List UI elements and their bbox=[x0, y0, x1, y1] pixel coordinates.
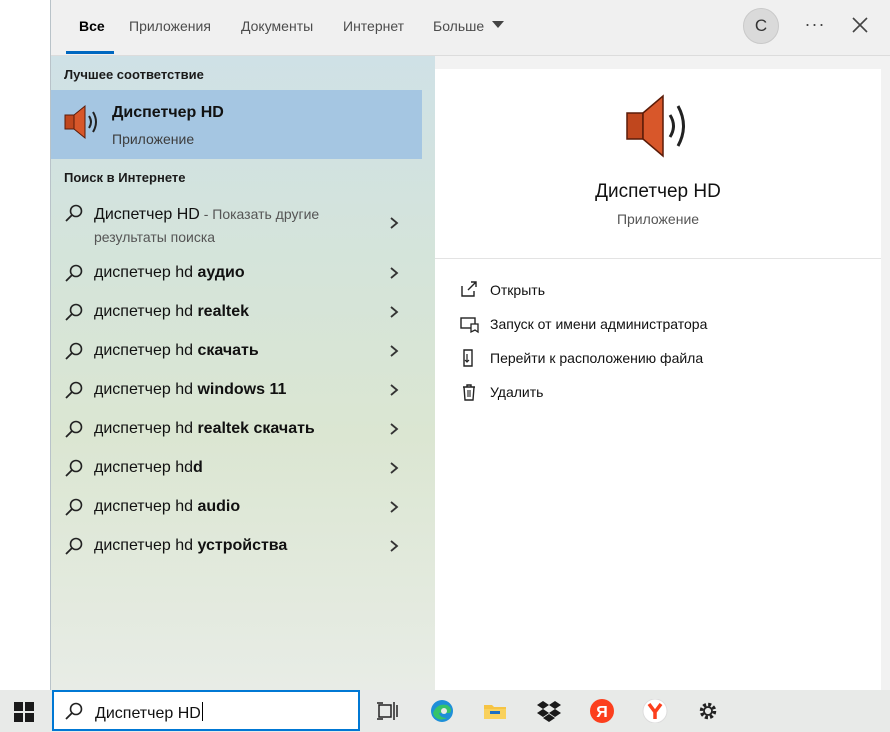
chevron-right-icon bbox=[390, 217, 399, 229]
web-result-text: диспетчер hd аудио bbox=[94, 264, 245, 281]
detail-divider bbox=[435, 258, 881, 259]
chevron-right-icon bbox=[390, 306, 399, 318]
run-as-admin-icon bbox=[460, 317, 479, 334]
settings-gear-icon[interactable] bbox=[695, 699, 721, 723]
open-icon bbox=[461, 281, 477, 297]
web-result-text: Диспетчер HD - Показать другие результат… bbox=[94, 206, 320, 245]
search-icon bbox=[65, 420, 83, 438]
close-icon[interactable] bbox=[847, 12, 873, 38]
user-avatar[interactable]: С bbox=[743, 8, 779, 44]
file-explorer-icon[interactable] bbox=[482, 699, 508, 723]
best-match-name: Диспетчер HD bbox=[112, 104, 224, 121]
best-match-heading: Лучшее соответствие bbox=[64, 67, 204, 82]
search-icon bbox=[65, 459, 83, 477]
trash-icon bbox=[463, 384, 475, 401]
chevron-right-icon bbox=[390, 540, 399, 552]
web-result-text: диспетчер hd realtek скачать bbox=[94, 420, 315, 437]
task-view-icon[interactable] bbox=[374, 699, 400, 723]
search-icon bbox=[65, 264, 83, 282]
web-result-text: диспетчер hd audio bbox=[94, 498, 241, 515]
web-search-heading: Поиск в Интернете bbox=[64, 170, 186, 185]
web-result-row[interactable]: диспетчер hd windows 11 bbox=[51, 371, 422, 410]
speaker-icon bbox=[64, 104, 97, 140]
chevron-right-icon bbox=[390, 384, 399, 396]
more-options-button[interactable]: ··· bbox=[803, 12, 827, 36]
tab-all[interactable]: Все bbox=[79, 18, 105, 38]
chevron-right-icon bbox=[390, 345, 399, 357]
uninstall-label: Удалить bbox=[490, 384, 544, 400]
search-icon bbox=[65, 702, 83, 720]
search-tabs-bar: Все Приложения Документы Интернет Больше… bbox=[51, 0, 890, 56]
svg-text:Я: Я bbox=[596, 704, 608, 721]
chevron-right-icon bbox=[390, 423, 399, 435]
taskbar: Диспетчер HD Я bbox=[0, 690, 890, 732]
web-result-text: диспетчер hd realtek bbox=[94, 303, 250, 320]
chevron-right-icon bbox=[390, 267, 399, 279]
tab-more[interactable]: Больше bbox=[433, 18, 505, 38]
web-result-text: диспетчер hdd bbox=[94, 459, 203, 476]
yandex-icon[interactable]: Я bbox=[589, 699, 615, 723]
best-match-item[interactable]: Диспетчер HD Приложение bbox=[51, 90, 422, 159]
web-result-text: диспетчер hd windows 11 bbox=[94, 381, 287, 398]
open-action-label: Открыть bbox=[490, 282, 545, 298]
tab-more-label: Больше bbox=[433, 18, 485, 34]
chevron-right-icon bbox=[390, 462, 399, 474]
detail-pane: Диспетчер HD Приложение Открыть Запуск о… bbox=[435, 69, 881, 690]
web-result-row[interactable]: диспетчер hd realtek bbox=[51, 293, 422, 332]
chevron-right-icon bbox=[390, 501, 399, 513]
search-icon bbox=[65, 303, 83, 321]
file-location-label: Перейти к расположению файла bbox=[490, 350, 704, 366]
web-result-row[interactable]: диспетчер hdd bbox=[51, 449, 422, 488]
web-result-row[interactable]: диспетчер hd аудио bbox=[51, 254, 422, 293]
yandex-browser-icon[interactable] bbox=[642, 699, 668, 723]
taskbar-search-box[interactable]: Диспетчер HD bbox=[52, 690, 360, 731]
run-as-admin-action[interactable]: Запуск от имени администратора bbox=[459, 312, 859, 338]
web-result-text: диспетчер hd устройства bbox=[94, 537, 288, 554]
web-result-row[interactable]: Диспетчер HD - Показать другие результат… bbox=[51, 194, 422, 252]
file-location-action[interactable]: Перейти к расположению файла bbox=[459, 346, 859, 372]
tab-internet[interactable]: Интернет bbox=[343, 18, 404, 38]
search-input[interactable]: Диспетчер HD bbox=[95, 702, 203, 723]
windows-start-icon[interactable] bbox=[13, 701, 35, 723]
web-result-row[interactable]: диспетчер hd realtek скачать bbox=[51, 410, 422, 449]
open-action[interactable]: Открыть bbox=[459, 278, 859, 304]
web-result-text: диспетчер hd скачать bbox=[94, 342, 259, 359]
speaker-icon bbox=[626, 94, 685, 158]
dropbox-icon[interactable] bbox=[536, 699, 562, 723]
tab-documents[interactable]: Документы bbox=[241, 18, 313, 38]
results-pane: Лучшее соответствие Диспетчер HD Приложе… bbox=[51, 56, 435, 690]
search-window: Все Приложения Документы Интернет Больше… bbox=[51, 0, 890, 690]
web-result-row[interactable]: диспетчер hd устройства bbox=[51, 527, 422, 566]
search-icon bbox=[65, 381, 83, 399]
file-location-icon bbox=[463, 349, 473, 367]
web-result-row[interactable]: диспетчер hd скачать bbox=[51, 332, 422, 371]
search-icon bbox=[65, 204, 83, 222]
tab-apps[interactable]: Приложения bbox=[129, 18, 211, 38]
best-match-type: Приложение bbox=[112, 131, 195, 147]
uninstall-action[interactable]: Удалить bbox=[459, 380, 859, 406]
web-result-row[interactable]: диспетчер hd audio bbox=[51, 488, 422, 527]
search-icon bbox=[65, 342, 83, 360]
edge-icon[interactable] bbox=[429, 699, 455, 723]
detail-app-name: Диспетчер HD bbox=[595, 181, 721, 202]
text-caret bbox=[201, 702, 203, 721]
chevron-down-icon bbox=[492, 21, 505, 28]
run-as-admin-label: Запуск от имени администратора bbox=[490, 316, 708, 332]
search-icon bbox=[65, 537, 83, 555]
active-tab-indicator bbox=[66, 51, 114, 54]
detail-app-type: Приложение bbox=[616, 211, 700, 227]
search-icon bbox=[65, 498, 83, 516]
